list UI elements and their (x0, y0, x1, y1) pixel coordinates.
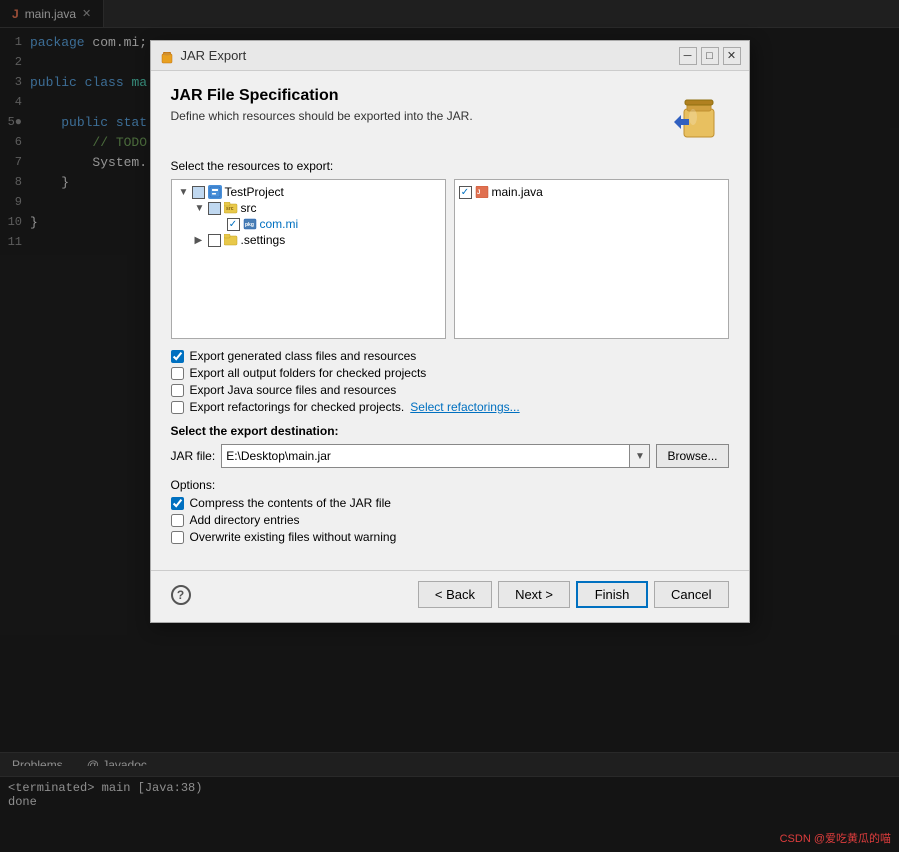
finish-button[interactable]: Finish (576, 581, 648, 608)
checkbox-class-files[interactable] (171, 350, 184, 363)
label-class-files: Export generated class files and resourc… (190, 349, 417, 363)
jar-export-dialog: JAR Export ─ □ ✕ JAR File Specification … (150, 40, 750, 623)
options-label: Options: (171, 478, 729, 492)
tree-label-commi: com.mi (260, 217, 299, 231)
destination-label: Select the export destination: (171, 424, 729, 438)
export-options: Export generated class files and resourc… (171, 349, 729, 414)
cancel-button[interactable]: Cancel (654, 581, 728, 608)
java-file-icon: J (475, 186, 489, 198)
dialog-description: Define which resources should be exporte… (171, 109, 473, 123)
dialog-header-text: JAR File Specification Define which reso… (171, 87, 473, 123)
tree-item-testproject[interactable]: ▼ TestProject (176, 184, 441, 200)
back-button[interactable]: < Back (418, 581, 492, 608)
dialog-title-left: JAR Export (159, 48, 247, 64)
expand-icon-testproject[interactable]: ▼ (179, 187, 189, 198)
package-icon: pkg (243, 218, 257, 230)
check-src[interactable] (208, 202, 221, 215)
tree-label-testproject: TestProject (225, 185, 284, 199)
checkbox-compress[interactable] (171, 497, 184, 510)
next-button[interactable]: Next > (498, 581, 570, 608)
destination-section: Select the export destination: JAR file:… (171, 424, 729, 468)
label-output-folders: Export all output folders for checked pr… (190, 366, 427, 380)
label-compress: Compress the contents of the JAR file (190, 496, 391, 510)
tree-label-settings: .settings (241, 233, 286, 247)
svg-text:pkg: pkg (245, 222, 254, 228)
dialog-heading: JAR File Specification (171, 87, 473, 105)
check-settings[interactable] (208, 234, 221, 247)
minimize-button[interactable]: ─ (679, 47, 697, 65)
tree-item-src[interactable]: ▼ src src (176, 200, 441, 216)
footer-buttons: < Back Next > Finish Cancel (418, 581, 729, 608)
checkbox-overwrite[interactable] (171, 531, 184, 544)
check-testproject[interactable] (192, 186, 205, 199)
check-mainjava[interactable] (459, 186, 472, 199)
jar-svg (669, 87, 729, 147)
dialog-title-text: JAR Export (181, 48, 247, 63)
jar-title-icon (159, 48, 175, 64)
help-button[interactable]: ? (171, 585, 191, 605)
footer-left: ? (171, 585, 191, 605)
tree-item-commi[interactable]: pkg com.mi (176, 216, 441, 232)
dialog-footer: ? < Back Next > Finish Cancel (151, 570, 749, 622)
modal-overlay: JAR Export ─ □ ✕ JAR File Specification … (0, 0, 899, 852)
resource-panels: ▼ TestProject ▼ (171, 179, 729, 339)
expand-icon-settings[interactable]: ▶ (195, 235, 205, 246)
jar-file-dropdown[interactable]: ▼ (629, 445, 649, 467)
resources-label: Select the resources to export: (171, 159, 729, 173)
checkbox-refactorings[interactable] (171, 401, 184, 414)
select-refactorings-link[interactable]: Select refactorings... (410, 400, 519, 414)
jar-illustration (669, 87, 729, 147)
option-compress-row: Compress the contents of the JAR file (171, 496, 729, 510)
file-label-mainjava: main.java (492, 185, 543, 199)
tree-panel[interactable]: ▼ TestProject ▼ (171, 179, 446, 339)
checkbox-output-folders[interactable] (171, 367, 184, 380)
jar-file-input[interactable] (222, 445, 629, 467)
project-icon-testproject (208, 185, 222, 199)
checkbox-directory[interactable] (171, 514, 184, 527)
watermark: CSDN @爱吃黄瓜的喵 (780, 830, 891, 846)
file-panel[interactable]: J main.java (454, 179, 729, 339)
checkbox-source-files[interactable] (171, 384, 184, 397)
tree-item-settings[interactable]: ▶ .settings (176, 232, 441, 248)
jar-options: Options: Compress the contents of the JA… (171, 478, 729, 544)
file-item-mainjava[interactable]: J main.java (459, 184, 724, 200)
jar-file-input-wrap[interactable]: ▼ (221, 444, 650, 468)
check-commi[interactable] (227, 218, 240, 231)
maximize-button[interactable]: □ (701, 47, 719, 65)
label-directory: Add directory entries (190, 513, 300, 527)
jar-file-label: JAR file: (171, 449, 216, 463)
label-overwrite: Overwrite existing files without warning (190, 530, 397, 544)
settings-folder-icon (224, 234, 238, 246)
option-row-3: Export Java source files and resources (171, 383, 729, 397)
dialog-header: JAR File Specification Define which reso… (171, 87, 729, 147)
svg-text:J: J (477, 190, 480, 196)
src-icon: src (224, 202, 238, 214)
label-source-files: Export Java source files and resources (190, 383, 397, 397)
close-button[interactable]: ✕ (723, 47, 741, 65)
option-row-1: Export generated class files and resourc… (171, 349, 729, 363)
dialog-body: JAR File Specification Define which reso… (151, 71, 749, 570)
label-refactorings: Export refactorings for checked projects… (190, 400, 405, 414)
dialog-titlebar: JAR Export ─ □ ✕ (151, 41, 749, 71)
option-row-2: Export all output folders for checked pr… (171, 366, 729, 380)
jar-file-row: JAR file: ▼ Browse... (171, 444, 729, 468)
option-overwrite-row: Overwrite existing files without warning (171, 530, 729, 544)
expand-icon-src[interactable]: ▼ (195, 203, 205, 214)
option-row-4: Export refactorings for checked projects… (171, 400, 729, 414)
option-directory-row: Add directory entries (171, 513, 729, 527)
tree-label-src: src (241, 201, 257, 215)
dialog-window-controls: ─ □ ✕ (679, 47, 741, 65)
browse-button[interactable]: Browse... (656, 444, 728, 468)
svg-text:src: src (226, 206, 234, 212)
